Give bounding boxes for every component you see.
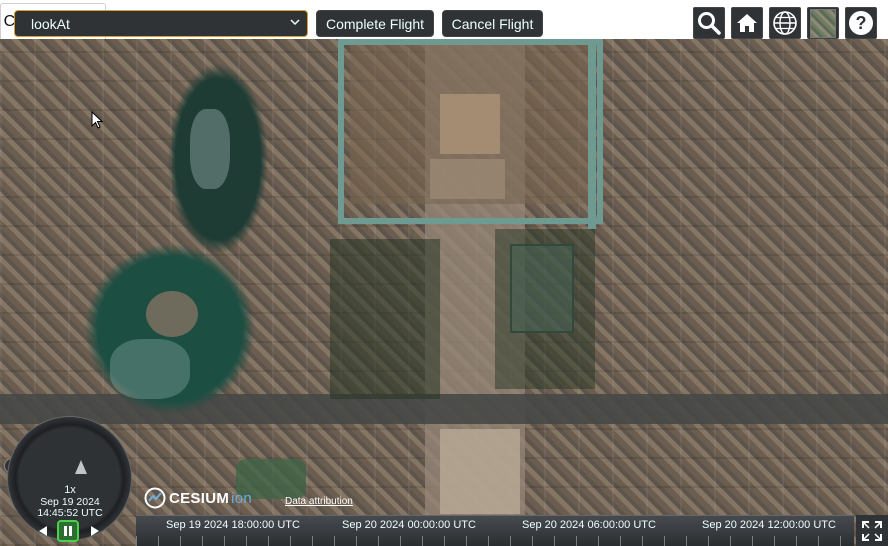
base-layer-picker-button[interactable]	[807, 7, 839, 39]
timeline-ticks	[136, 536, 854, 546]
navigation-help-button[interactable]: ?	[845, 7, 877, 39]
help-glyph: ?	[855, 12, 867, 33]
complete-flight-button[interactable]: Complete Flight	[316, 10, 434, 37]
dropdown-selected-value: lookAt	[31, 15, 70, 32]
cesium-ion-logo[interactable]: CESIUM ion	[144, 487, 252, 509]
timeline-label: Sep 20 2024 00:00:00 UTC	[342, 519, 476, 531]
fullscreen-icon	[862, 520, 882, 541]
timeline-label: Sep 20 2024 06:00:00 UTC	[522, 519, 656, 531]
animation-time: 14:45:52 UTC	[37, 507, 103, 519]
dial-needle-icon	[75, 460, 87, 474]
logo-suffix: ion	[231, 489, 253, 507]
timeline[interactable]: Sep 19 2024 18:00:00 UTC Sep 20 2024 00:…	[136, 515, 854, 546]
camera-mode-dropdown[interactable]: lookAt	[14, 10, 308, 37]
pause-icon	[64, 526, 72, 536]
plaza	[440, 429, 520, 514]
search-icon	[698, 12, 721, 35]
home-icon	[737, 14, 757, 32]
island	[146, 291, 198, 337]
park-green	[330, 239, 440, 399]
mouse-cursor-icon	[91, 111, 103, 129]
cesium-3d-viewer[interactable]	[0, 39, 888, 546]
play-reverse-icon	[39, 526, 47, 536]
play-forward-button[interactable]	[85, 521, 105, 541]
timeline-label: Sep 20 2024 12:00:00 UTC	[702, 519, 836, 531]
data-attribution-link[interactable]: Data attribution	[285, 496, 353, 507]
logo-text: CESIUM	[169, 489, 230, 507]
chevron-down-icon	[290, 19, 300, 26]
scene-mode-button[interactable]	[769, 7, 801, 39]
imagery-layer-icon	[810, 8, 836, 38]
help-icon: ?	[849, 11, 873, 35]
ice-patch	[190, 109, 230, 189]
palace-hall	[440, 94, 500, 154]
palace-hall	[430, 159, 505, 199]
cancel-flight-button[interactable]: Cancel Flight	[442, 10, 543, 37]
geocoder-search-button[interactable]	[693, 7, 725, 39]
cesium-logo-icon	[144, 487, 166, 509]
river	[588, 39, 596, 229]
fullscreen-button[interactable]	[856, 515, 888, 546]
park-green	[495, 229, 595, 389]
play-forward-icon	[91, 526, 99, 536]
timeline-label: Sep 19 2024 18:00:00 UTC	[166, 519, 300, 531]
ice-patch	[110, 339, 190, 399]
globe-icon	[773, 11, 797, 35]
animation-speed: 1x	[64, 484, 76, 496]
pause-button[interactable]	[57, 520, 79, 542]
play-reverse-button[interactable]	[33, 521, 53, 541]
home-view-button[interactable]	[731, 7, 763, 39]
